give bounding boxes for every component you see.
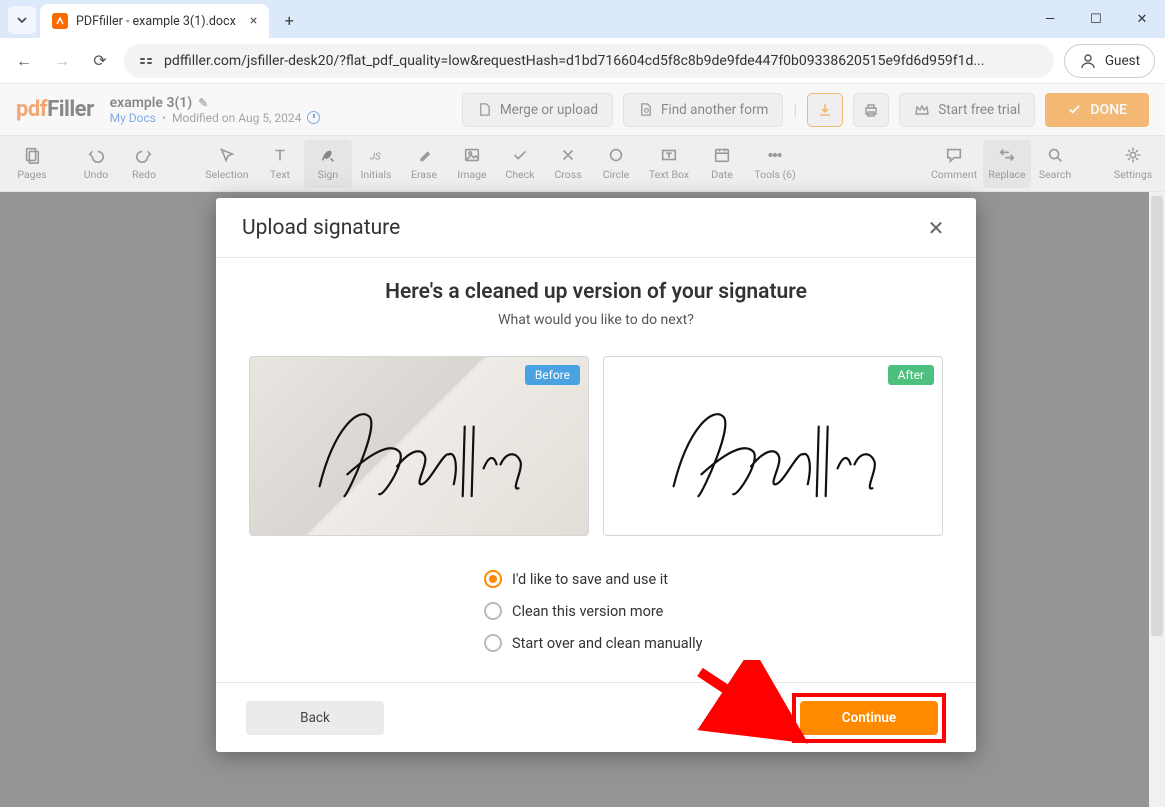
signature-after-preview: After	[603, 356, 943, 536]
profile-label: Guest	[1105, 53, 1140, 69]
modal-title: Upload signature	[242, 216, 400, 240]
chevron-down-icon	[16, 14, 28, 26]
tool-comment[interactable]: Comment	[925, 140, 983, 188]
signature-options: I'd like to save and use it Clean this v…	[246, 570, 946, 652]
tool-cross[interactable]: Cross	[544, 140, 592, 188]
done-label: DONE	[1090, 102, 1127, 118]
browser-tab[interactable]: PDFfiller - example 3(1).docx ×	[40, 4, 269, 38]
option-label: Start over and clean manually	[512, 635, 703, 652]
user-icon	[1079, 52, 1097, 70]
tool-circle[interactable]: Circle	[592, 140, 640, 188]
edit-title-icon[interactable]: ✎	[198, 96, 208, 110]
tool-check[interactable]: Check	[496, 140, 544, 188]
download-icon	[817, 102, 833, 118]
pdffiller-logo[interactable]: pdfFiller	[16, 97, 94, 122]
divider: |	[793, 100, 797, 119]
modal-footer: Back Continue	[216, 682, 976, 752]
option-label: Clean this version more	[512, 603, 663, 620]
crown-icon	[914, 102, 930, 118]
back-button[interactable]: Back	[246, 701, 384, 735]
url-input[interactable]: pdffiller.com/jsfiller-desk20/?flat_pdf_…	[124, 44, 1054, 78]
tool-sign[interactable]: Sign	[304, 140, 352, 188]
search-doc-icon	[638, 102, 653, 117]
address-bar: ← → ⟳ pdffiller.com/jsfiller-desk20/?fla…	[0, 38, 1165, 84]
radio-selected-icon	[484, 570, 502, 588]
signature-before-icon	[250, 357, 588, 536]
option-clean-more[interactable]: Clean this version more	[484, 602, 663, 620]
svg-text:JS: JS	[370, 152, 381, 163]
pdffiller-favicon-icon	[52, 13, 68, 29]
tool-text[interactable]: Text	[256, 140, 304, 188]
tab-close-icon[interactable]: ×	[250, 13, 257, 29]
continue-highlight: Continue	[792, 693, 946, 743]
option-label: I'd like to save and use it	[512, 571, 668, 588]
tool-replace[interactable]: Replace	[983, 140, 1031, 188]
new-tab-button[interactable]: +	[275, 6, 303, 34]
document-title[interactable]: example 3(1) ✎	[110, 95, 321, 111]
trial-label: Start free trial	[938, 102, 1020, 118]
radio-icon	[484, 634, 502, 652]
check-icon	[1067, 102, 1082, 117]
app-header: pdfFiller example 3(1) ✎ My Docs • Modif…	[0, 84, 1165, 136]
close-window-button[interactable]: ✕	[1119, 0, 1165, 38]
continue-button[interactable]: Continue	[800, 701, 938, 735]
option-save-use[interactable]: I'd like to save and use it	[484, 570, 668, 588]
window-controls: — ☐ ✕	[1027, 0, 1165, 38]
my-docs-link[interactable]: My Docs	[110, 111, 156, 125]
logo-part1: pdf	[16, 97, 47, 122]
signature-after-icon	[604, 357, 942, 536]
modal-heading: Here's a cleaned up version of your sign…	[246, 280, 946, 304]
tab-title: PDFfiller - example 3(1).docx	[76, 14, 236, 29]
modal-header: Upload signature ✕	[216, 198, 976, 258]
tab-search-button[interactable]	[8, 6, 36, 34]
tool-image[interactable]: Image	[448, 140, 496, 188]
tool-date[interactable]: Date	[698, 140, 746, 188]
merge-label: Merge or upload	[500, 102, 598, 118]
tool-undo[interactable]: Undo	[72, 140, 120, 188]
modal-subheading: What would you like to do next?	[246, 312, 946, 328]
tool-selection[interactable]: Selection	[198, 140, 256, 188]
merge-upload-button[interactable]: Merge or upload	[462, 93, 613, 127]
editor-toolbar: Pages Undo Redo Selection Text Sign JSIn…	[0, 136, 1165, 192]
tool-initials[interactable]: JSInitials	[352, 140, 400, 188]
find-label: Find another form	[661, 102, 768, 118]
profile-button[interactable]: Guest	[1064, 44, 1155, 78]
start-trial-button[interactable]: Start free trial	[899, 93, 1035, 127]
tool-tools[interactable]: Tools (6)	[746, 140, 804, 188]
browser-tab-strip: PDFfiller - example 3(1).docx × + — ☐ ✕	[0, 0, 1165, 38]
done-button[interactable]: DONE	[1045, 93, 1149, 127]
find-form-button[interactable]: Find another form	[623, 93, 783, 127]
site-settings-icon	[138, 53, 154, 69]
vertical-scrollbar[interactable]	[1149, 192, 1165, 807]
scrollbar-thumb[interactable]	[1151, 196, 1163, 636]
back-nav-button[interactable]: ←	[10, 47, 38, 75]
tool-settings[interactable]: Settings	[1109, 140, 1157, 188]
download-button[interactable]	[807, 93, 843, 127]
logo-part2: Filler	[47, 97, 93, 122]
tool-pages[interactable]: Pages	[8, 140, 56, 188]
document-title-text: example 3(1)	[110, 95, 193, 111]
tool-search[interactable]: Search	[1031, 140, 1079, 188]
document-meta: example 3(1) ✎ My Docs • Modified on Aug…	[110, 95, 321, 125]
document-icon	[477, 102, 492, 117]
tool-erase[interactable]: Erase	[400, 140, 448, 188]
history-icon[interactable]	[307, 111, 320, 124]
print-icon	[863, 102, 879, 118]
print-button[interactable]	[853, 93, 889, 127]
option-start-over[interactable]: Start over and clean manually	[484, 634, 703, 652]
reload-button[interactable]: ⟳	[86, 47, 114, 75]
modified-date: Modified on Aug 5, 2024	[172, 111, 301, 125]
tool-redo[interactable]: Redo	[120, 140, 168, 188]
signature-before-preview: Before	[249, 356, 589, 536]
separator: •	[162, 111, 166, 125]
radio-icon	[484, 602, 502, 620]
tool-textbox[interactable]: Text Box	[640, 140, 698, 188]
forward-nav-button[interactable]: →	[48, 47, 76, 75]
modal-close-button[interactable]: ✕	[922, 214, 950, 242]
maximize-button[interactable]: ☐	[1073, 0, 1119, 38]
url-text: pdffiller.com/jsfiller-desk20/?flat_pdf_…	[164, 53, 984, 69]
minimize-button[interactable]: —	[1027, 0, 1073, 38]
upload-signature-modal: Upload signature ✕ Here's a cleaned up v…	[216, 198, 976, 752]
